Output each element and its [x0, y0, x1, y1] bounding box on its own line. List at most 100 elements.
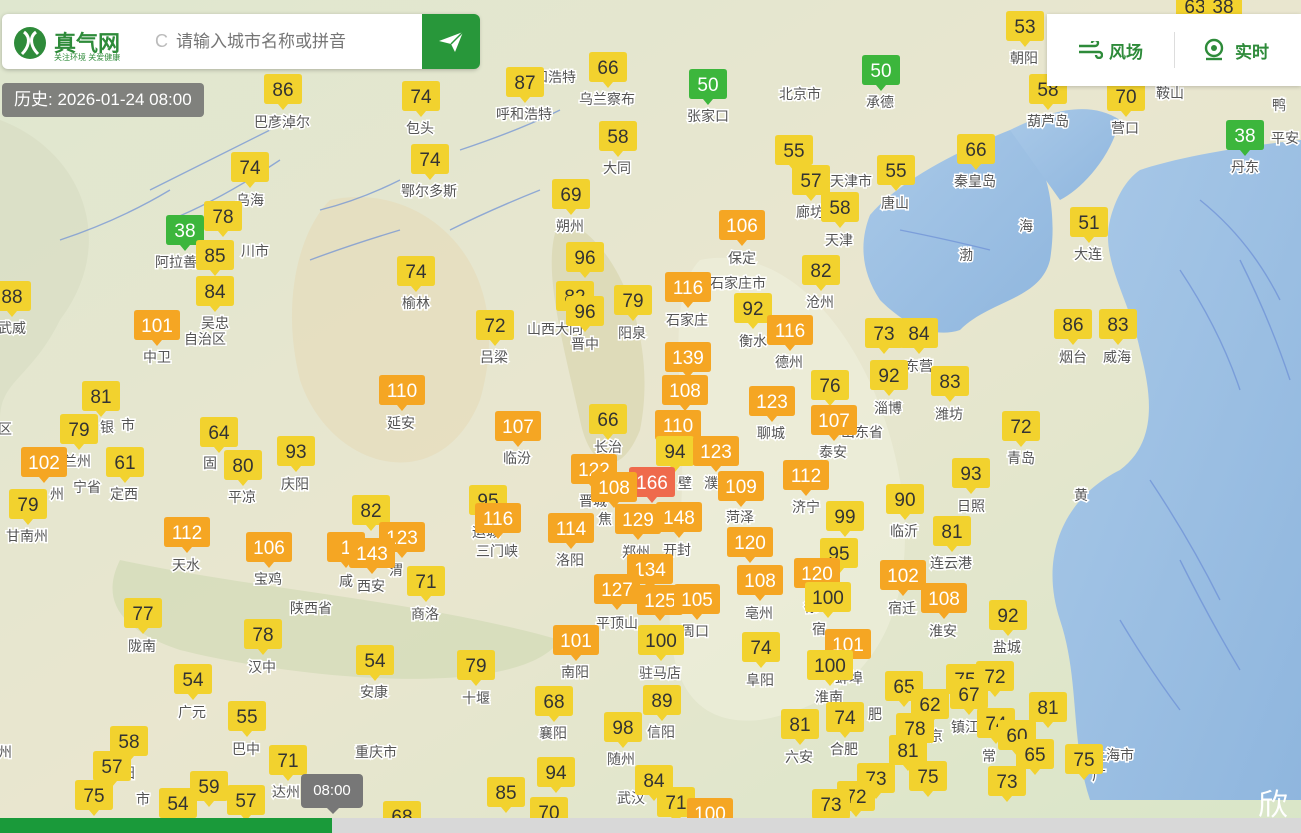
city-label: 淄博 — [874, 400, 902, 416]
city-label: 威海 — [1103, 349, 1131, 365]
city-label: 六安 — [785, 749, 813, 765]
city-label: 葫芦岛 — [1027, 113, 1069, 129]
city-label: 平安 — [1271, 130, 1299, 146]
search-input[interactable] — [154, 24, 438, 60]
aqi-value: 61 — [114, 453, 135, 474]
aqi-value: 143 — [356, 544, 388, 565]
aqi-value: 83 — [939, 372, 960, 393]
city-label: 州 — [0, 744, 12, 760]
city-label: 南阳 — [561, 664, 589, 680]
aqi-value: 82 — [810, 261, 831, 282]
aqi-value: 74 — [405, 262, 427, 283]
city-label: 银 — [100, 419, 114, 435]
aqi-value: 72 — [1010, 417, 1031, 438]
city-label: 晋中 — [571, 336, 599, 352]
search-send-button[interactable] — [422, 14, 480, 69]
city-label: 临汾 — [503, 450, 531, 466]
aqi-value: 55 — [783, 141, 804, 162]
aqi-value: 92 — [742, 299, 763, 320]
aqi-value: 88 — [1, 287, 22, 308]
aqi-value: 106 — [726, 216, 758, 237]
aqi-value: 73 — [820, 795, 841, 816]
aqi-map[interactable]: 巴彦淖尔 包头呼和浩特呼和浩特乌兰察布张家口北京市 承德朝阳葫芦岛鞍山营口丹东大同鄂… — [0, 0, 1301, 833]
aqi-value: 109 — [725, 477, 757, 498]
city-label: 宿 — [812, 621, 826, 637]
aqi-value: 93 — [960, 464, 981, 485]
city-label: 鄂尔多斯 — [401, 183, 457, 199]
aqi-value: 66 — [597, 410, 618, 431]
city-label: 鸭 — [1272, 97, 1286, 113]
aqi-value: 68 — [543, 692, 564, 713]
wind-field-button[interactable]: 风场 — [1077, 14, 1143, 86]
search-bar: 真气网 关注环境 关爱健康 C — [2, 14, 480, 69]
aqi-value: 50 — [697, 75, 718, 96]
city-label: 武威 — [0, 320, 26, 336]
timeline-bar[interactable] — [0, 818, 1301, 833]
aqi-value: 112 — [172, 523, 202, 544]
logo-subtitle: 关注环境 关爱健康 — [54, 53, 121, 62]
aqi-value: 90 — [894, 490, 915, 511]
city-label: 石家庄市 — [710, 275, 766, 291]
city-label: 焦 — [598, 511, 612, 527]
aqi-value: 107 — [502, 417, 534, 438]
city-label: 洛阳 — [556, 552, 584, 568]
city-label: 甘南州 — [6, 528, 48, 544]
city-label: 平凉 — [228, 489, 256, 505]
city-label: 朝阳 — [1010, 50, 1038, 66]
aqi-value: 78 — [252, 625, 273, 646]
aqi-value: 57 — [235, 791, 256, 812]
aqi-value: 57 — [800, 171, 821, 192]
aqi-value: 53 — [1014, 17, 1035, 38]
city-label: 市 — [121, 417, 135, 433]
city-label: 宁省 — [73, 479, 101, 495]
aqi-value: 92 — [997, 606, 1018, 627]
aqi-value: 139 — [672, 348, 704, 369]
aqi-value: 125 — [644, 591, 676, 612]
city-label: 襄阳 — [539, 725, 567, 741]
city-label: 驻马店 — [639, 665, 681, 681]
aqi-value: 86 — [272, 80, 293, 101]
city-label: 壁 — [678, 475, 692, 491]
aqi-value: 98 — [612, 718, 633, 739]
city-label: 咸 — [339, 573, 353, 589]
aqi-value: 57 — [101, 757, 122, 778]
aqi-value: 54 — [182, 670, 204, 691]
city-label: 常 — [982, 748, 996, 764]
aqi-value: 105 — [681, 590, 713, 611]
aqi-value: 129 — [622, 510, 654, 531]
aqi-value: 71 — [277, 751, 298, 772]
city-label: 天津市 — [830, 173, 872, 189]
city-label: 川市 — [241, 243, 269, 259]
city-label: 陕西省 — [290, 600, 332, 616]
city-label: 唐山 — [881, 195, 909, 211]
city-label: 兰州 — [63, 453, 91, 469]
aqi-value: 70 — [1115, 87, 1136, 108]
aqi-value: 114 — [556, 519, 587, 540]
city-label: 烟台 — [1059, 349, 1087, 365]
city-label: 泰安 — [819, 444, 847, 460]
city-label: 鞍山 — [1156, 85, 1184, 101]
aqi-value: 123 — [756, 392, 788, 413]
city-label: 丹东 — [1231, 159, 1259, 175]
aqi-value: 74 — [750, 638, 772, 659]
aqi-value: 94 — [545, 763, 567, 784]
city-label: 巴中 — [232, 741, 260, 757]
aqi-value: 85 — [204, 246, 225, 267]
city-label: 合肥 — [830, 741, 858, 757]
realtime-button[interactable]: 实时 — [1203, 14, 1269, 86]
city-label: 黄 — [1074, 487, 1088, 503]
location-pin-icon — [1204, 38, 1224, 61]
aqi-value: 92 — [878, 366, 899, 387]
city-label: 肥 — [868, 706, 882, 722]
aqi-value: 58 — [829, 198, 850, 219]
city-label: 自治区 — [184, 331, 226, 347]
aqi-value: 78 — [212, 207, 233, 228]
aqi-value: 100 — [645, 631, 677, 652]
city-label: 石家庄 — [666, 312, 708, 328]
aqi-value: 102 — [28, 453, 60, 474]
aqi-value: 79 — [17, 495, 38, 516]
aqi-value: 123 — [700, 442, 732, 463]
city-label: 长治 — [594, 439, 622, 455]
city-label: 广元 — [178, 704, 206, 720]
city-label: 青岛 — [1007, 450, 1035, 466]
